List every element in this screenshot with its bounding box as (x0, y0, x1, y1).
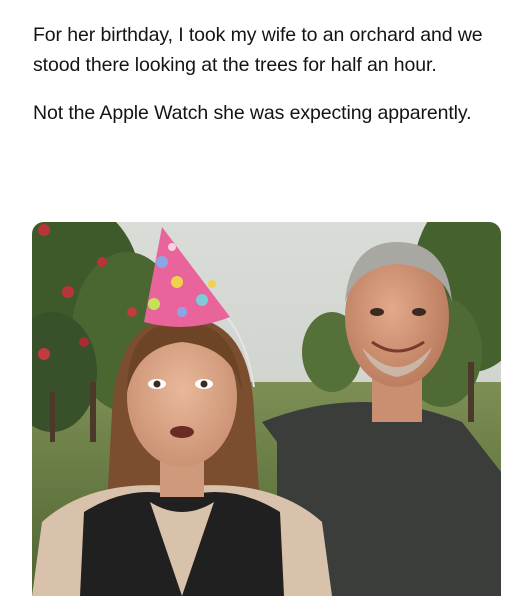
caption-line-2: Not the Apple Watch she was expecting ap… (33, 102, 472, 124)
post-caption: For her birthday, I took my wife to an o… (33, 20, 503, 128)
caption-line-1: For her birthday, I took my wife to an o… (33, 24, 483, 76)
post-photo[interactable] (32, 222, 501, 596)
